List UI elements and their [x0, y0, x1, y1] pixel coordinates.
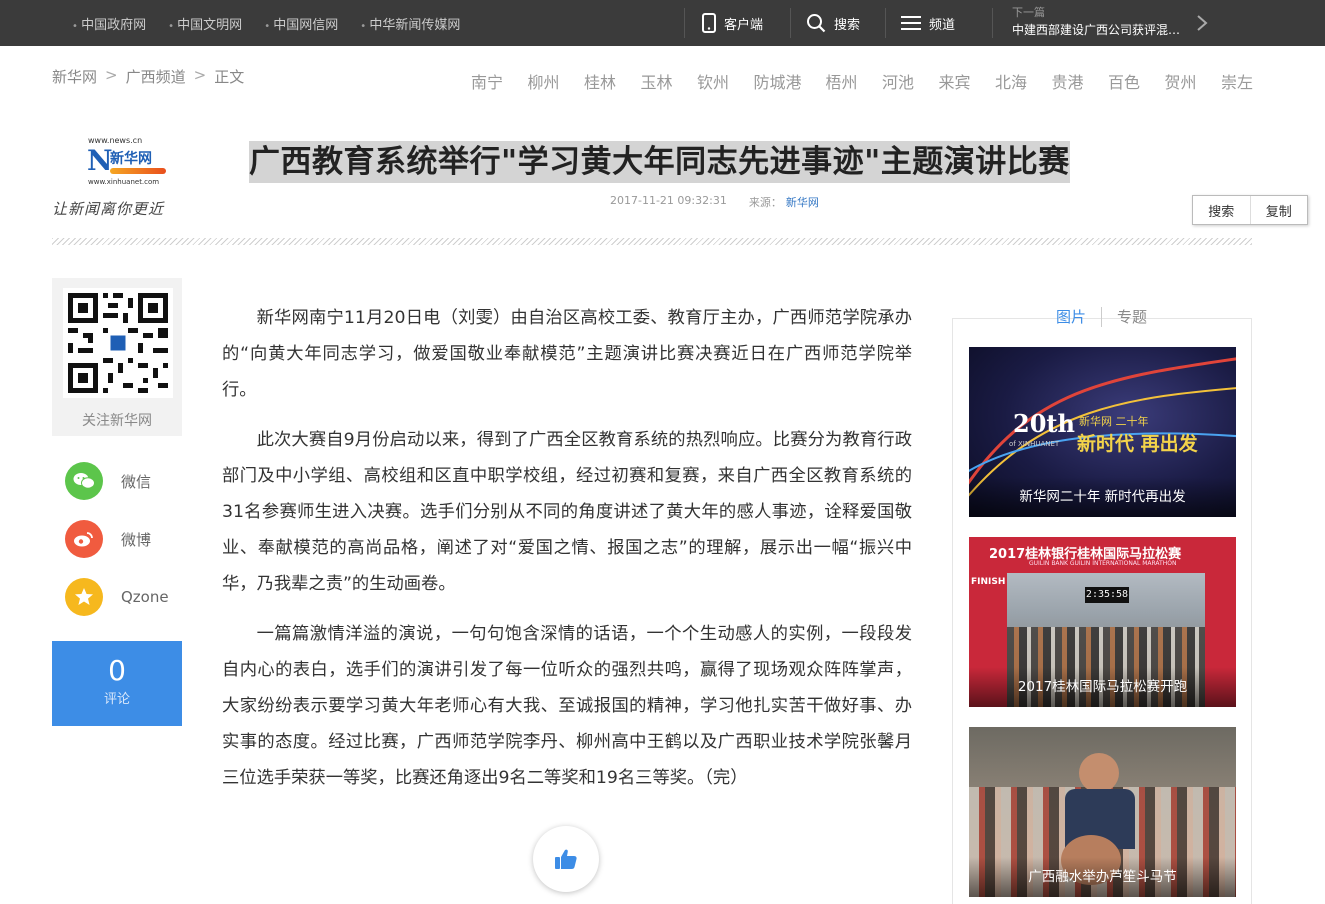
- qzone-label: Qzone: [121, 588, 169, 606]
- article-meta: 2017-11-21 09:32:31 来源： 新华网: [610, 194, 819, 210]
- share-qzone[interactable]: Qzone: [65, 577, 195, 617]
- top-divider: [790, 8, 791, 38]
- header-divider: [52, 238, 1252, 245]
- picture-overlay-top: 新华网 二十年: [1079, 415, 1149, 428]
- client-button[interactable]: 客户端: [702, 0, 763, 46]
- article-paragraph: 一篇篇激情洋溢的演说，一句句饱含深情的话语，一个个生动感人的实例，一段段发自内心…: [222, 624, 912, 788]
- picture-overlay-main: 新时代 再出发: [1077, 433, 1198, 455]
- wechat-icon: [65, 462, 103, 500]
- logo-brand: 新华网: [110, 151, 152, 167]
- search-button[interactable]: 搜索: [806, 0, 860, 46]
- city-link[interactable]: 河池: [882, 69, 939, 93]
- breadcrumb-separator: >: [105, 66, 118, 84]
- thumbs-up-icon: [555, 849, 577, 869]
- menu-icon: [901, 16, 921, 30]
- channel-label: 频道: [929, 17, 956, 33]
- race-clock: 2:35:58: [1085, 587, 1129, 603]
- city-link[interactable]: 桂林: [584, 69, 641, 93]
- search-label: 搜索: [834, 17, 861, 33]
- weibo-label: 微博: [121, 530, 152, 549]
- city-link[interactable]: 防城港: [754, 69, 826, 93]
- tab-pictures[interactable]: 图片: [1056, 306, 1086, 327]
- city-link[interactable]: 玉林: [641, 69, 698, 93]
- qr-follow-box: 关注新华网: [52, 278, 182, 436]
- sidebar-tabs: 图片 专题: [1056, 306, 1147, 327]
- city-link[interactable]: 贵港: [1052, 69, 1109, 93]
- logo-swoosh: [110, 168, 166, 174]
- city-link[interactable]: 崇左: [1221, 69, 1261, 93]
- city-link[interactable]: 北海: [995, 69, 1052, 93]
- chevron-right-icon[interactable]: [1196, 14, 1208, 32]
- comment-label: 评论: [103, 692, 130, 707]
- picture-caption[interactable]: 2017桂林国际马拉松赛开跑: [969, 667, 1236, 707]
- top-link-gov[interactable]: 中国政府网: [72, 14, 146, 33]
- qr-code: [63, 288, 173, 398]
- weibo-icon: [65, 520, 103, 558]
- tab-topics[interactable]: 专题: [1117, 306, 1147, 327]
- picture-caption[interactable]: 新华网二十年 新时代再出发: [969, 477, 1236, 517]
- article-title: 广西教育系统举行"学习黄大年同志先进事迹"主题演讲比赛: [249, 141, 1070, 183]
- top-links: 中国政府网 中国文明网 中国网信网 中华新闻传媒网: [72, 0, 460, 46]
- city-link[interactable]: 南宁: [471, 69, 528, 93]
- article-paragraph: 此次大赛自9月份启动以来，得到了广西全区教育系统的热烈响应。比赛分为教育行政部门…: [222, 430, 912, 594]
- client-label: 客户端: [724, 17, 764, 33]
- search-icon: [807, 14, 826, 33]
- picture-card[interactable]: 2017桂林银行桂林国际马拉松赛 GUILIN BANK GUILIN INTE…: [969, 537, 1236, 707]
- breadcrumb: 新华网 > 广西频道 > 正文: [52, 66, 244, 87]
- picture-badge-sub: of XINHUANET: [1009, 440, 1060, 448]
- breadcrumb-home[interactable]: 新华网: [52, 66, 97, 87]
- selection-search-button[interactable]: 搜索: [1193, 196, 1250, 224]
- top-bar: 中国政府网 中国文明网 中国网信网 中华新闻传媒网 客户端 搜索 频道 下一篇 …: [0, 0, 1325, 46]
- site-logo[interactable]: www.news.cn N 新华网 www.xinhuanet.com 让新闻离…: [52, 136, 187, 220]
- picture-card[interactable]: 广西融水举办芦笙斗马节: [969, 727, 1236, 897]
- tab-divider: [1101, 306, 1103, 327]
- top-divider: [885, 8, 886, 38]
- festival-figure: [1079, 753, 1119, 793]
- share-wechat[interactable]: 微信: [65, 461, 195, 501]
- picture-card[interactable]: 20th of XINHUANET 新华网 二十年 新时代 再出发 新华网二十年…: [969, 347, 1236, 517]
- like-button[interactable]: [533, 826, 599, 892]
- next-article-title[interactable]: 中建西部建设广西公司获评混凝土企业: [1012, 20, 1182, 40]
- follow-label: 关注新华网: [82, 413, 152, 429]
- logo-n-mark: N: [87, 144, 113, 177]
- city-link[interactable]: 百色: [1108, 69, 1165, 93]
- top-link-cac[interactable]: 中国网信网: [264, 14, 338, 33]
- top-divider: [684, 8, 685, 38]
- marathon-finish-text: FINISH: [971, 577, 1006, 587]
- top-link-media[interactable]: 中华新闻传媒网: [360, 14, 460, 33]
- source-link[interactable]: 新华网: [786, 194, 819, 210]
- article-paragraph: 新华网南宁11月20日电（刘雯）由自治区高校工委、教育厅主办，广西师范学院承办的…: [222, 308, 912, 400]
- qzone-star-icon: [65, 578, 103, 616]
- breadcrumb-current: 正文: [214, 68, 245, 86]
- source-label: 来源：: [748, 196, 782, 209]
- city-link[interactable]: 梧州: [826, 69, 883, 93]
- comment-button[interactable]: 0 评论: [52, 641, 182, 726]
- logo-slogan: 让新闻离你更近: [52, 200, 165, 218]
- marathon-banner-en: GUILIN BANK GUILIN INTERNATIONAL MARATHO…: [1029, 560, 1177, 567]
- phone-icon: [702, 13, 716, 33]
- picture-badge: 20th: [1013, 409, 1075, 438]
- article-datetime: 2017-11-21 09:32:31: [610, 194, 727, 207]
- top-link-civilization[interactable]: 中国文明网: [168, 14, 242, 33]
- comment-count: 0: [108, 654, 126, 687]
- channel-button[interactable]: 频道: [901, 0, 955, 46]
- city-link[interactable]: 来宾: [939, 69, 996, 93]
- city-link[interactable]: 钦州: [697, 69, 754, 93]
- share-weibo[interactable]: 微博: [65, 519, 195, 559]
- top-divider: [992, 8, 993, 38]
- article-body: 新华网南宁11月20日电（刘雯）由自治区高校工委、教育厅主办，广西师范学院承办的…: [222, 300, 912, 810]
- city-nav: 南宁 柳州 桂林 玉林 钦州 防城港 梧州 河池 来宾 北海 贵港 百色 贺州 …: [471, 69, 1261, 93]
- breadcrumb-separator: >: [193, 66, 207, 84]
- next-article-label: 下一篇: [1012, 6, 1045, 19]
- selection-menu: 搜索 复制: [1192, 195, 1308, 225]
- picture-caption[interactable]: 广西融水举办芦笙斗马节: [969, 857, 1236, 897]
- next-article[interactable]: 下一篇 中建西部建设广西公司获评混凝土企业: [1012, 6, 1187, 40]
- wechat-label: 微信: [121, 472, 152, 491]
- city-link[interactable]: 贺州: [1165, 69, 1222, 93]
- breadcrumb-channel[interactable]: 广西频道: [126, 66, 186, 87]
- selection-copy-button[interactable]: 复制: [1249, 196, 1308, 224]
- city-link[interactable]: 柳州: [528, 69, 585, 93]
- logo-url-bottom: www.xinhuanet.com: [88, 178, 160, 186]
